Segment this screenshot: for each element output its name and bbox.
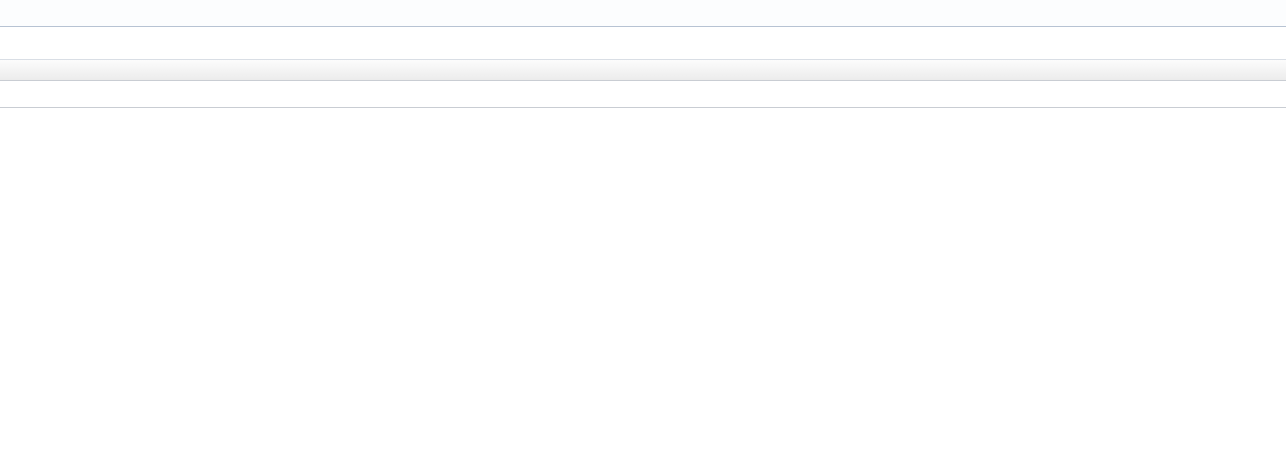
tab-strip [0, 0, 1286, 27]
data-grid [0, 60, 1286, 108]
grid-filter-row [0, 81, 1286, 108]
app-window [0, 0, 1286, 474]
grid-header-row [0, 60, 1286, 81]
group-by-panel[interactable] [0, 27, 1286, 60]
